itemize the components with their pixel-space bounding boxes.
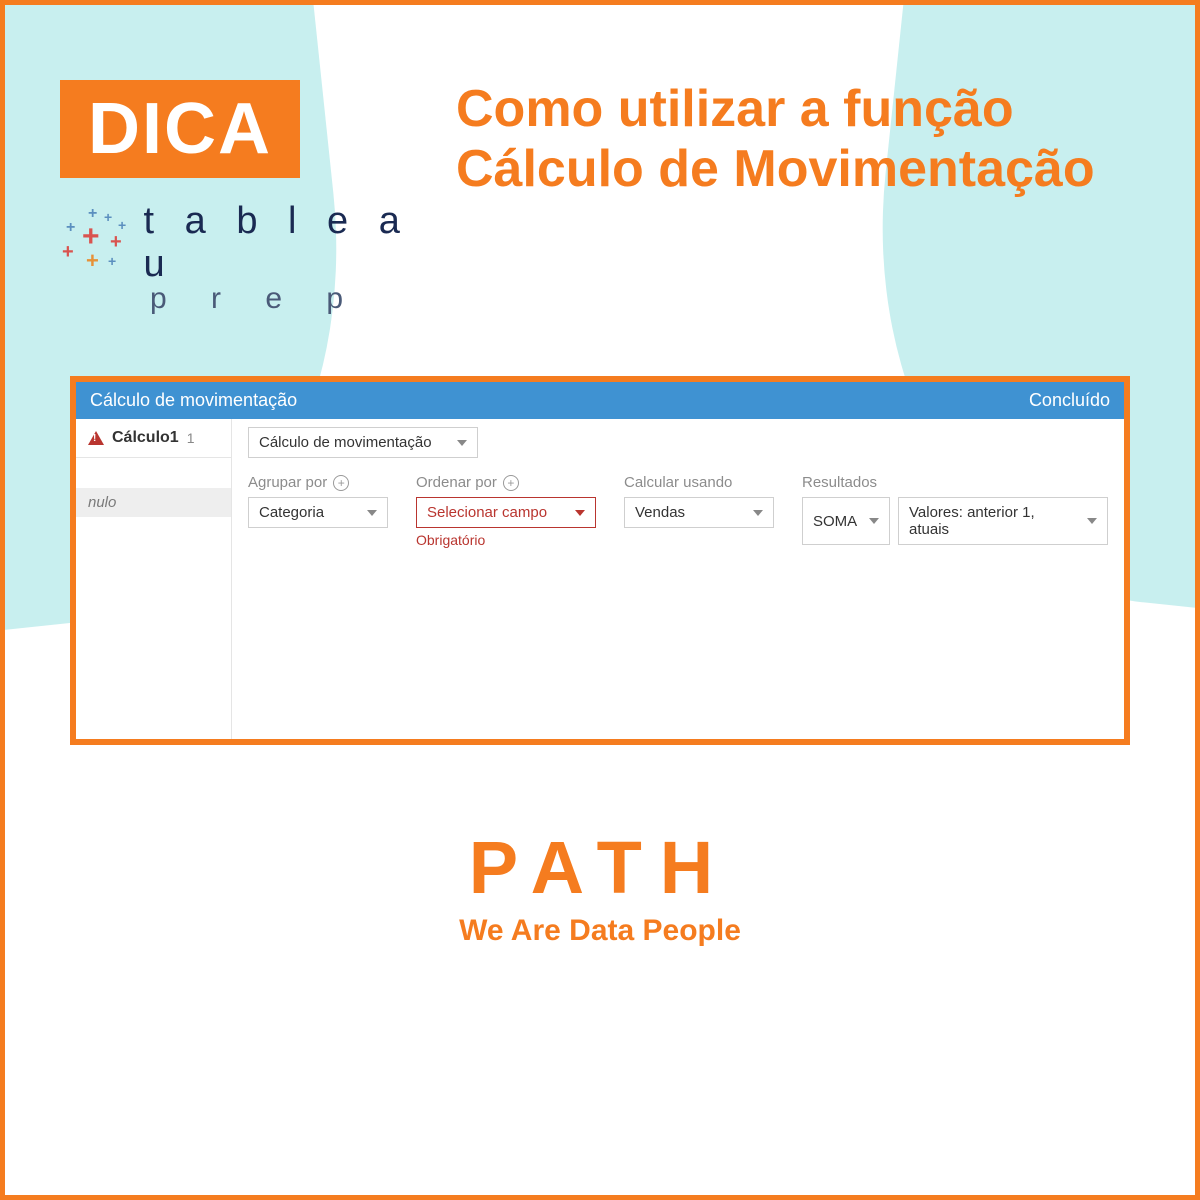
orderby-value: Selecionar campo (427, 504, 547, 521)
orderby-label: Ordenar por (416, 474, 497, 491)
results-agg-select[interactable]: SOMA (802, 497, 890, 545)
panel-title: Cálculo de movimentação (90, 390, 297, 411)
chevron-down-icon (753, 510, 763, 516)
calcusing-select[interactable]: Vendas (624, 497, 774, 528)
chevron-down-icon (575, 510, 585, 516)
side-column: Cálculo1 1 nulo (76, 419, 232, 739)
footer-logo: PATH We Are Data People (60, 825, 1140, 948)
results-label: Resultados (802, 474, 877, 491)
headline: Como utilizar a função Cálculo de Movime… (456, 80, 1140, 200)
path-tagline: We Are Data People (60, 914, 1140, 948)
calc-name: Cálculo1 (112, 429, 179, 447)
tip-badge: DICA (60, 80, 300, 178)
chevron-down-icon (457, 440, 467, 446)
tableau-word: t a b l e a u (144, 200, 420, 286)
chevron-down-icon (1087, 518, 1097, 524)
results-range-value: Valores: anterior 1, atuais (909, 504, 1077, 538)
panel-titlebar: Cálculo de movimentação Concluído (76, 382, 1124, 419)
tableau-crosses-icon: + + + + + + + + + (60, 208, 130, 278)
orderby-required: Obrigatório (416, 532, 606, 548)
null-value-chip: nulo (76, 488, 231, 517)
chevron-down-icon (367, 510, 377, 516)
tableau-prep-word: p r e p (150, 282, 420, 316)
add-groupby-button[interactable]: + (333, 475, 349, 491)
calc-list-item[interactable]: Cálculo1 1 (76, 419, 231, 458)
path-brand: PATH (60, 825, 1140, 910)
calcusing-value: Vendas (635, 504, 685, 521)
results-agg-value: SOMA (813, 513, 857, 530)
header: DICA + + + + + + + + + t a b l e a u p r… (60, 80, 1140, 316)
groupby-label: Agrupar por (248, 474, 327, 491)
calc-panel: Cálculo de movimentação Concluído Cálcul… (70, 376, 1130, 745)
tableau-prep-logo: + + + + + + + + + t a b l e a u (60, 200, 420, 286)
warning-icon (88, 431, 104, 445)
results-range-select[interactable]: Valores: anterior 1, atuais (898, 497, 1108, 545)
calc-type-value: Cálculo de movimentação (259, 434, 432, 451)
add-orderby-button[interactable]: + (503, 475, 519, 491)
calcusing-label: Calcular usando (624, 474, 732, 491)
chevron-down-icon (869, 518, 879, 524)
calc-type-select[interactable]: Cálculo de movimentação (248, 427, 478, 458)
groupby-value: Categoria (259, 504, 324, 521)
panel-done-link[interactable]: Concluído (1029, 390, 1110, 411)
orderby-select[interactable]: Selecionar campo (416, 497, 596, 528)
calc-count: 1 (187, 430, 195, 446)
groupby-select[interactable]: Categoria (248, 497, 388, 528)
